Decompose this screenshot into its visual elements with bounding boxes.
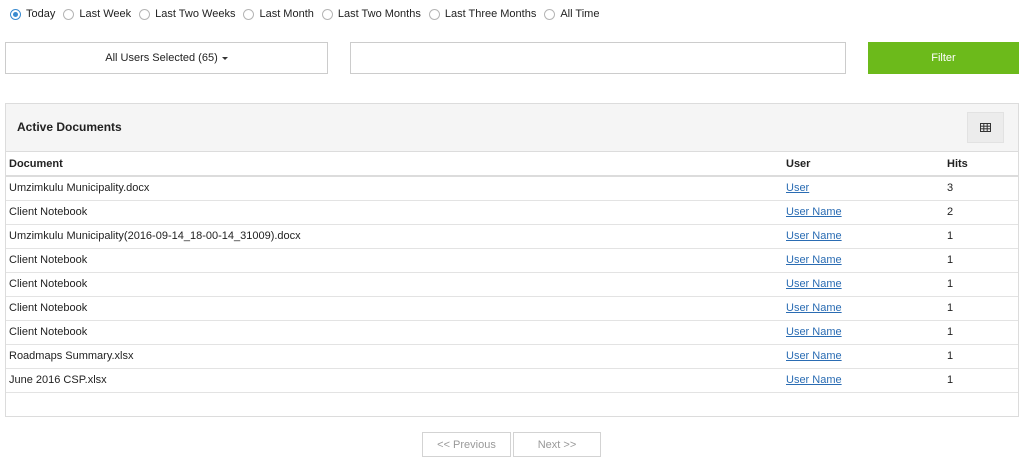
user-cell: User Name	[783, 272, 944, 297]
users-dropdown-label: All Users Selected (65)	[105, 52, 218, 64]
range-label-last-three-months: Last Three Months	[444, 8, 537, 20]
range-option-last-two-months[interactable]: Last Two Months	[321, 8, 421, 20]
table-row: Roadmaps Summary.xlsx User Name 1	[6, 344, 1018, 369]
document-cell: Client Notebook	[6, 272, 783, 297]
user-cell: User Name	[783, 224, 944, 249]
user-link[interactable]: User Name	[786, 374, 842, 386]
table-row: June 2016 CSP.xlsx User Name 1	[6, 368, 1018, 393]
radio-last-two-weeks[interactable]	[139, 8, 151, 20]
range-label-all-time: All Time	[560, 8, 600, 20]
table-row: Client Notebook User Name 1	[6, 296, 1018, 321]
document-cell: Umzimkulu Municipality(2016-09-14_18-00-…	[6, 224, 783, 249]
hits-cell: 1	[944, 272, 1018, 297]
hits-cell: 1	[944, 248, 1018, 273]
user-link[interactable]: User Name	[786, 206, 842, 218]
active-documents-panel: Active Documents Document User Hits Umzi…	[5, 103, 1019, 417]
table-row: Umzimkulu Municipality.docx User 3	[6, 176, 1018, 201]
user-link[interactable]: User Name	[786, 302, 842, 314]
user-cell: User	[783, 176, 944, 201]
hits-cell: 1	[944, 296, 1018, 321]
range-option-today[interactable]: Today	[10, 8, 55, 20]
user-cell: User Name	[783, 320, 944, 345]
table-row: Client Notebook User Name 2	[6, 200, 1018, 225]
document-cell: Client Notebook	[6, 320, 783, 345]
range-label-last-two-weeks: Last Two Weeks	[155, 8, 236, 20]
document-cell: Client Notebook	[6, 200, 783, 225]
table-view-button[interactable]	[967, 112, 1004, 143]
radio-last-week[interactable]	[63, 8, 75, 20]
hits-cell: 3	[944, 176, 1018, 201]
panel-title: Active Documents	[17, 120, 122, 134]
user-cell: User Name	[783, 248, 944, 273]
caret-down-icon	[221, 56, 228, 60]
document-cell: June 2016 CSP.xlsx	[6, 368, 783, 393]
hits-cell: 1	[944, 344, 1018, 369]
user-link[interactable]: User Name	[786, 326, 842, 338]
radio-all-time[interactable]	[544, 8, 556, 20]
user-link[interactable]: User Name	[786, 254, 842, 266]
user-link[interactable]: User Name	[786, 278, 842, 290]
range-label-today: Today	[26, 8, 56, 20]
user-cell: User Name	[783, 296, 944, 321]
table-row: Client Notebook User Name 1	[6, 272, 1018, 297]
table-header-row: Document User Hits	[6, 152, 1018, 177]
table-row: Client Notebook User Name 1	[6, 320, 1018, 345]
range-option-last-week[interactable]: Last Week	[63, 8, 131, 20]
range-label-last-week: Last Week	[79, 8, 132, 20]
hits-cell: 2	[944, 200, 1018, 225]
table-grid-icon	[980, 123, 991, 132]
hits-cell: 1	[944, 368, 1018, 393]
users-dropdown[interactable]: All Users Selected (65)	[5, 42, 328, 74]
range-option-all-time[interactable]: All Time	[544, 8, 599, 20]
range-label-last-two-months: Last Two Months	[337, 8, 421, 20]
radio-last-three-months[interactable]	[428, 8, 440, 20]
column-header-document[interactable]: Document	[6, 152, 783, 177]
range-option-last-month[interactable]: Last Month	[243, 8, 314, 20]
radio-today[interactable]	[10, 8, 21, 20]
filter-button[interactable]: Filter	[868, 42, 1019, 74]
user-link[interactable]: User	[786, 182, 809, 194]
user-cell: User Name	[783, 368, 944, 393]
user-link[interactable]: User Name	[786, 350, 842, 362]
next-page-button[interactable]: Next >>	[513, 432, 601, 457]
user-cell: User Name	[783, 200, 944, 225]
radio-last-month[interactable]	[243, 8, 255, 20]
document-cell: Roadmaps Summary.xlsx	[6, 344, 783, 369]
document-cell: Client Notebook	[6, 248, 783, 273]
table-row: Client Notebook User Name 1	[6, 248, 1018, 273]
user-cell: User Name	[783, 344, 944, 369]
range-label-last-month: Last Month	[259, 8, 314, 20]
range-option-last-two-weeks[interactable]: Last Two Weeks	[139, 8, 235, 20]
column-header-hits[interactable]: Hits	[944, 152, 1018, 177]
column-header-user[interactable]: User	[783, 152, 944, 177]
pagination: << Previous Next >>	[422, 432, 603, 457]
range-option-last-three-months[interactable]: Last Three Months	[428, 8, 537, 20]
user-link[interactable]: User Name	[786, 230, 842, 242]
radio-last-two-months[interactable]	[321, 8, 333, 20]
search-input[interactable]	[350, 42, 846, 74]
document-cell: Client Notebook	[6, 296, 783, 321]
document-cell: Umzimkulu Municipality.docx	[6, 176, 783, 201]
panel-header: Active Documents	[6, 104, 1018, 152]
hits-cell: 1	[944, 320, 1018, 345]
table-row: Umzimkulu Municipality(2016-09-14_18-00-…	[6, 224, 1018, 249]
previous-page-button[interactable]: << Previous	[422, 432, 511, 457]
documents-table: Document User Hits Umzimkulu Municipalit…	[6, 152, 1018, 393]
hits-cell: 1	[944, 224, 1018, 249]
date-range-selector: Today Last Week Last Two Weeks Last Mont…	[10, 8, 607, 20]
